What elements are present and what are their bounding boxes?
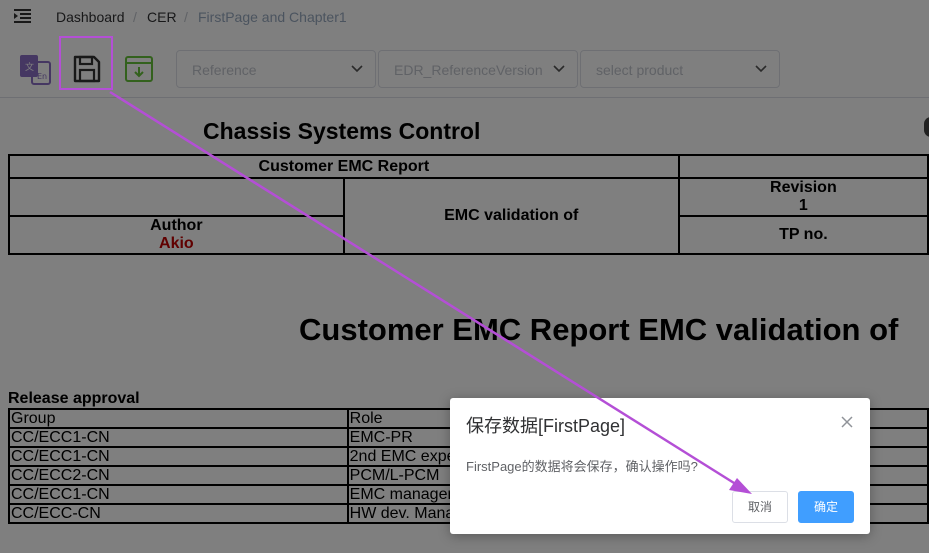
annotation-arrow xyxy=(109,90,752,494)
